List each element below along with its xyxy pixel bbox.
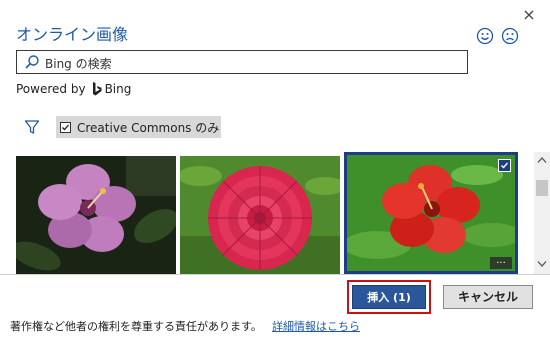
copyright-notice: 著作権など他者の権利を尊重する責任があります。 [10, 320, 262, 333]
search-input[interactable]: Bing の検索 [16, 50, 468, 74]
creative-commons-filter[interactable]: Creative Commons のみ [56, 116, 221, 138]
scroll-up-icon[interactable] [537, 156, 547, 164]
creative-commons-label: Creative Commons のみ [77, 120, 220, 135]
scrollbar-thumb[interactable] [536, 180, 548, 196]
search-placeholder: Bing の検索 [45, 57, 112, 71]
divider [0, 274, 550, 275]
cancel-button[interactable]: キャンセル [443, 285, 533, 309]
scroll-down-icon[interactable] [537, 260, 547, 268]
image-thumbnail-red-hibiscus[interactable]: ... [344, 152, 518, 274]
powered-by-label: Powered by [16, 82, 86, 96]
smiley-happy-icon[interactable] [476, 27, 494, 45]
image-thumbnail-pink-hibiscus[interactable] [16, 156, 176, 274]
search-icon [25, 55, 39, 69]
checkbox-checked-icon[interactable] [60, 121, 71, 133]
insert-button[interactable]: 挿入 (1) [352, 285, 426, 309]
dialog-title: オンライン画像 [16, 25, 129, 44]
learn-more-link[interactable]: 詳細情報はこちら [272, 318, 360, 334]
powered-by: Powered by Bing [16, 82, 131, 96]
close-icon[interactable]: × [520, 6, 538, 24]
bing-logo-icon [92, 82, 102, 96]
smiley-sad-icon[interactable] [501, 27, 519, 45]
filter-icon[interactable] [24, 119, 40, 135]
powered-by-brand: Bing [104, 82, 132, 96]
more-options-icon[interactable]: ... [490, 256, 512, 269]
image-gallery: ... [0, 152, 534, 274]
gallery-scrollbar[interactable] [534, 152, 550, 274]
image-thumbnail-red-dahlia[interactable] [180, 156, 340, 274]
selected-checkbox-icon[interactable] [498, 159, 511, 172]
